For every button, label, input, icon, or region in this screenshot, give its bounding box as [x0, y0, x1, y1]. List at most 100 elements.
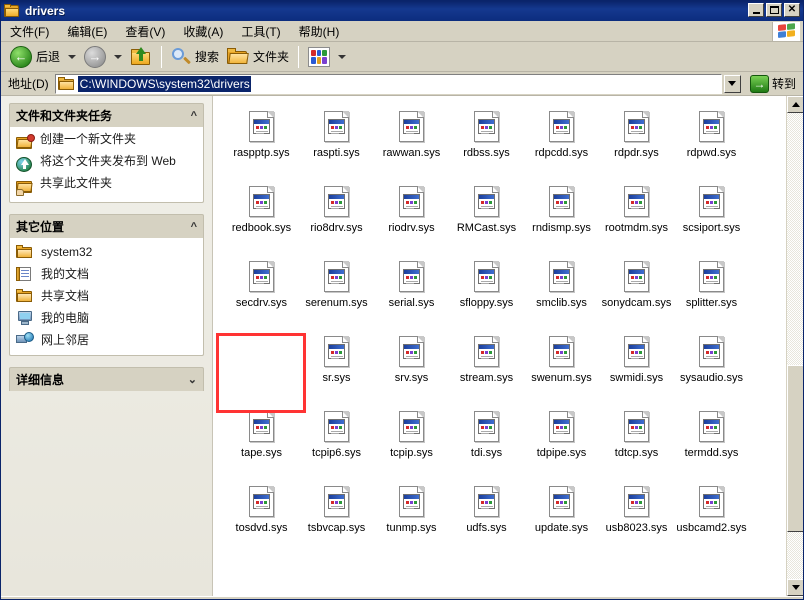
- file-item[interactable]: riodrv.sys: [374, 179, 449, 254]
- file-item[interactable]: rdpwd.sys: [674, 104, 749, 179]
- search-button[interactable]: 搜索: [167, 44, 223, 70]
- file-item[interactable]: rawwan.sys: [374, 104, 449, 179]
- file-item[interactable]: rdbss.sys: [449, 104, 524, 179]
- file-item[interactable]: tcpip6.sys: [299, 404, 374, 479]
- file-item[interactable]: sfloppy.sys: [449, 254, 524, 329]
- back-button[interactable]: ← 后退: [6, 44, 64, 70]
- file-item[interactable]: tdi.sys: [449, 404, 524, 479]
- file-item[interactable]: tdpipe.sys: [524, 404, 599, 479]
- scrollbar-track[interactable]: [787, 113, 803, 579]
- file-item[interactable]: smclib.sys: [524, 254, 599, 329]
- file-item[interactable]: usbcamd2.sys: [674, 479, 749, 554]
- sidebar-task-share-folder[interactable]: 共享此文件夹: [16, 177, 198, 196]
- minimize-button[interactable]: [748, 3, 764, 17]
- file-item[interactable]: usb8023.sys: [599, 479, 674, 554]
- scroll-down-icon[interactable]: [787, 579, 803, 596]
- file-item[interactable]: stream.sys: [449, 329, 524, 404]
- address-chevron-down-icon[interactable]: [723, 74, 741, 93]
- publish-web-icon: [16, 156, 34, 173]
- address-folder-icon: [57, 76, 75, 91]
- panel-file-folder-tasks-header[interactable]: 文件和文件夹任务 ^: [9, 103, 204, 127]
- file-item[interactable]: secdrv.sys: [224, 254, 299, 329]
- forward-arrow-icon: →: [84, 45, 107, 68]
- file-item[interactable]: rdpcdd.sys: [524, 104, 599, 179]
- forward-history-chevron-down-icon[interactable]: [114, 54, 123, 59]
- sidebar-place-shared-documents[interactable]: 共享文档: [16, 287, 198, 304]
- file-item[interactable]: rootmdm.sys: [599, 179, 674, 254]
- views-chevron-down-icon[interactable]: [338, 54, 347, 59]
- file-item[interactable]: raspptp.sys: [224, 104, 299, 179]
- menu-item-tools[interactable]: 工具(T): [232, 21, 289, 42]
- file-item[interactable]: tunmp.sys: [374, 479, 449, 554]
- back-history-chevron-down-icon[interactable]: [68, 54, 77, 59]
- forward-button[interactable]: →: [80, 44, 110, 70]
- panel-file-folder-tasks-body: 创建一个新文件夹 将这个文件夹发布到 Web 共享此文件夹: [9, 127, 204, 203]
- file-name-label: tcpip.sys: [390, 447, 433, 459]
- sidebar-place-my-computer[interactable]: 我的电脑: [16, 309, 198, 326]
- sys-file-icon: [323, 336, 350, 368]
- file-item[interactable]: rndismp.sys: [524, 179, 599, 254]
- file-item[interactable]: redbook.sys: [224, 179, 299, 254]
- menu-item-help[interactable]: 帮助(H): [290, 21, 349, 42]
- panel-other-places-header[interactable]: 其它位置 ^: [9, 214, 204, 238]
- go-button[interactable]: → 转到: [746, 74, 800, 93]
- file-item[interactable]: srv.sys: [374, 329, 449, 404]
- file-name-label: rio8drv.sys: [310, 222, 363, 234]
- sys-file-icon: [473, 336, 500, 368]
- panel-other-places: 其它位置 ^ system32 我的文档 共享文档 我的电脑 网上邻居: [9, 214, 204, 356]
- file-item[interactable]: tape.sys: [224, 404, 299, 479]
- file-item[interactable]: sysaudio.sys: [674, 329, 749, 404]
- menu-item-view[interactable]: 查看(V): [116, 21, 174, 42]
- sys-file-icon: [323, 261, 350, 293]
- file-item[interactable]: scsiport.sys: [674, 179, 749, 254]
- vertical-scrollbar[interactable]: [786, 96, 803, 596]
- file-item[interactable]: sr.sys: [299, 329, 374, 404]
- panel-details-header[interactable]: 详细信息 ⌄: [9, 367, 204, 391]
- sidebar-place-system32[interactable]: system32: [16, 244, 198, 260]
- sys-file-icon: [623, 336, 650, 368]
- folder-icon: [16, 244, 34, 260]
- views-button[interactable]: [304, 44, 334, 70]
- file-list-view[interactable]: raspptp.sys raspti.sys rawwan.sys rdbss.sys…: [213, 96, 803, 596]
- chevron-down-icon[interactable]: ⌄: [188, 374, 197, 385]
- sys-file-icon: [398, 486, 425, 518]
- file-item[interactable]: rdpdr.sys: [599, 104, 674, 179]
- file-item[interactable]: serenum.sys: [299, 254, 374, 329]
- close-button[interactable]: ✕: [784, 3, 800, 17]
- sidebar-task-new-folder[interactable]: 创建一个新文件夹: [16, 133, 198, 151]
- menu-item-favorites[interactable]: 收藏(A): [174, 21, 232, 42]
- file-item[interactable]: RMCast.sys: [449, 179, 524, 254]
- file-item-empty: [524, 554, 599, 596]
- folders-button[interactable]: 文件夹: [223, 44, 293, 70]
- file-item[interactable]: raspti.sys: [299, 104, 374, 179]
- menu-item-file[interactable]: 文件(F): [1, 21, 58, 42]
- sidebar-task-publish-web[interactable]: 将这个文件夹发布到 Web: [16, 155, 198, 173]
- file-item-empty: [374, 554, 449, 596]
- file-item[interactable]: tsbvcap.sys: [299, 479, 374, 554]
- maximize-button[interactable]: [766, 3, 782, 17]
- up-button[interactable]: [126, 44, 156, 70]
- file-item[interactable]: rio8drv.sys: [299, 179, 374, 254]
- sys-file-icon: [548, 261, 575, 293]
- file-item[interactable]: serial.sys: [374, 254, 449, 329]
- scrollbar-thumb[interactable]: [787, 364, 803, 533]
- file-item[interactable]: sonydcam.sys: [599, 254, 674, 329]
- menu-item-edit[interactable]: 编辑(E): [58, 21, 116, 42]
- chevron-up-icon[interactable]: ^: [191, 221, 197, 232]
- file-name-label: smclib.sys: [536, 297, 587, 309]
- file-item[interactable]: tcpip.sys: [374, 404, 449, 479]
- file-item[interactable]: tosdvd.sys: [224, 479, 299, 554]
- file-item[interactable]: tdtcp.sys: [599, 404, 674, 479]
- sys-file-icon: [548, 336, 575, 368]
- file-item[interactable]: udfs.sys: [449, 479, 524, 554]
- scroll-up-icon[interactable]: [787, 96, 803, 113]
- sidebar-place-my-documents[interactable]: 我的文档: [16, 265, 198, 282]
- chevron-up-icon[interactable]: ^: [191, 110, 197, 121]
- file-item[interactable]: splitter.sys: [674, 254, 749, 329]
- address-input[interactable]: C:\WINDOWS\system32\drivers: [54, 73, 722, 94]
- sidebar-place-network-neighborhood[interactable]: 网上邻居: [16, 331, 198, 348]
- file-item[interactable]: swmidi.sys: [599, 329, 674, 404]
- file-item[interactable]: swenum.sys: [524, 329, 599, 404]
- file-item[interactable]: update.sys: [524, 479, 599, 554]
- file-item[interactable]: termdd.sys: [674, 404, 749, 479]
